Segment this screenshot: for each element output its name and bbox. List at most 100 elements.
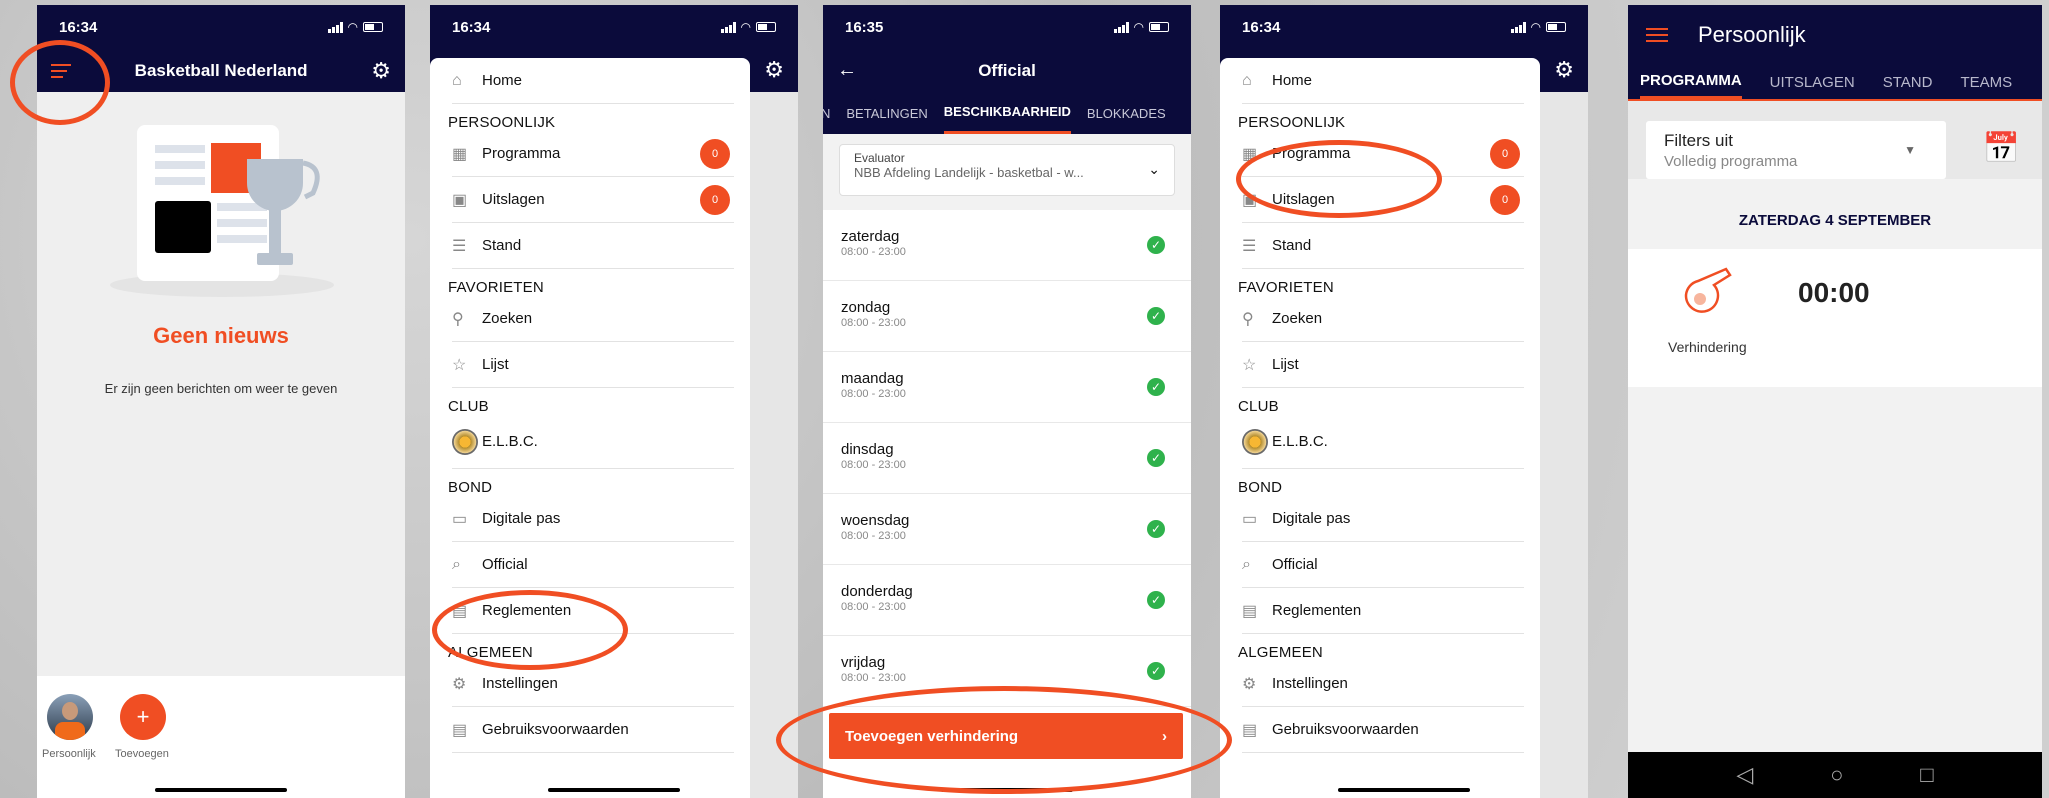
menu-item-label: Instellingen — [482, 675, 558, 692]
bottom-tab-bar: + Persoonlijk Toevoegen — [37, 676, 405, 798]
add-button[interactable]: + — [120, 694, 166, 740]
tab-programma[interactable]: PROGRAMMA — [1640, 65, 1742, 99]
menu-item-official[interactable]: ⌕ Official — [452, 542, 734, 588]
schedule-item[interactable]: 00:00 Verhindering — [1628, 249, 2042, 387]
calendar-sync-icon[interactable]: 📅 — [1983, 131, 2020, 166]
menu-item-label: Reglementen — [1272, 602, 1362, 619]
check-icon: ✓ — [1147, 520, 1165, 538]
document-icon: ▤ — [1242, 721, 1258, 739]
day-hours: 08:00 - 23:00 — [841, 388, 906, 400]
menu-item-label: Programma — [482, 145, 561, 162]
back-icon[interactable]: ◁ — [1736, 762, 1753, 788]
document-icon: ▤ — [452, 721, 468, 739]
tab-add-label[interactable]: Toevoegen — [115, 748, 169, 760]
day-hours: 08:00 - 23:00 — [841, 601, 906, 613]
home-icon[interactable]: ○ — [1830, 762, 1843, 788]
home-indicator — [155, 788, 287, 792]
menu-item-uitslagen[interactable]: ▣ Uitslagen 0 — [452, 177, 734, 223]
menu-item-gebruiksvoorwaarden[interactable]: ▤ Gebruiksvoorwaarden — [452, 707, 734, 753]
tab-stand[interactable]: STAND — [1883, 65, 1933, 99]
menu-item-home[interactable]: ⌂ Home — [1242, 58, 1524, 104]
home-indicator — [1338, 788, 1470, 792]
battery-icon — [1546, 22, 1566, 32]
menu-item-home[interactable]: ⌂ Home — [452, 58, 734, 104]
menu-item-instellingen[interactable]: ⚙ Instellingen — [452, 661, 734, 707]
status-bar: 16:34 ◠ — [1220, 5, 1588, 49]
day-name: vrijdag — [841, 654, 886, 671]
list-item[interactable]: donderdag 08:00 - 23:00 ✓ — [823, 565, 1191, 636]
whistle-icon: ⌕ — [1242, 555, 1251, 573]
recents-icon[interactable]: □ — [1920, 762, 1933, 788]
list-item[interactable]: woensdag 08:00 - 23:00 ✓ — [823, 494, 1191, 565]
status-bar: 16:35 ◠ — [823, 5, 1191, 49]
highlight-circle-programma — [1236, 140, 1442, 218]
role-dropdown[interactable]: Evaluator NBB Afdeling Landelijk - baske… — [839, 144, 1175, 196]
menu-item-gebruiksvoorwaarden[interactable]: ▤ Gebruiksvoorwaarden — [1242, 707, 1524, 753]
menu-icon[interactable] — [1646, 28, 1668, 42]
signal-icon — [720, 21, 736, 33]
gear-icon[interactable]: ⚙ — [1554, 57, 1574, 83]
status-bar: 16:34 ◠ — [37, 5, 405, 49]
menu-item-lijst[interactable]: ☆ Lijst — [1242, 342, 1524, 388]
search-icon: ⚲ — [1242, 310, 1254, 328]
filter-title: Filters uit — [1664, 131, 1733, 150]
gear-icon[interactable]: ⚙ — [371, 58, 391, 84]
back-arrow-icon[interactable]: ← — [837, 59, 857, 82]
list-item[interactable]: dinsdag 08:00 - 23:00 ✓ — [823, 423, 1191, 494]
page-title: Official — [978, 60, 1036, 80]
chevron-down-icon: ⌄ — [1148, 161, 1160, 177]
menu-item-zoeken[interactable]: ⚲ Zoeken — [1242, 296, 1524, 342]
menu-item-club[interactable]: E.L.B.C. — [452, 415, 734, 469]
menu-item-label: Digitale pas — [1272, 510, 1351, 527]
menu-item-stand[interactable]: ☰ Stand — [452, 223, 734, 269]
menu-item-digitale-pas[interactable]: ▭ Digitale pas — [1242, 496, 1524, 542]
day-hours: 08:00 - 23:00 — [841, 530, 906, 542]
tab-uitslagen[interactable]: UITSLAGEN — [1770, 65, 1855, 99]
caret-down-icon: ▼ — [1904, 143, 1916, 157]
filter-dropdown[interactable]: Filters uit Volledig programma ▼ — [1646, 121, 1946, 179]
phone-menu-drawer-official: 16:34 ◠ ⚙ ⌂ Home PERSOONLIJK ▦ Programma 0 … — [430, 5, 798, 798]
tab-teams[interactable]: TEAMS — [1960, 65, 2012, 99]
check-icon: ✓ — [1147, 449, 1165, 467]
status-icons: ◠ — [720, 20, 776, 34]
tab-betalingen[interactable]: BETALINGEN — [846, 94, 927, 133]
avatar[interactable] — [47, 694, 93, 740]
gear-icon[interactable]: ⚙ — [764, 57, 784, 83]
menu-item-instellingen[interactable]: ⚙ Instellingen — [1242, 661, 1524, 707]
menu-item-official[interactable]: ⌕ Official — [1242, 542, 1524, 588]
section-club: CLUB — [1238, 398, 1279, 415]
tab-partial[interactable]: N — [823, 94, 830, 133]
status-time: 16:34 — [59, 18, 98, 36]
menu-item-stand[interactable]: ☰ Stand — [1242, 223, 1524, 269]
menu-item-label: Uitslagen — [482, 191, 545, 208]
status-time: 16:35 — [845, 18, 884, 36]
list-item[interactable]: maandag 08:00 - 23:00 ✓ — [823, 352, 1191, 423]
menu-item-label: Zoeken — [1272, 310, 1323, 327]
phone-official-availability: 16:35 ◠ ← Official N BETALINGEN BESCHIKB… — [823, 5, 1191, 798]
tab-blokkades[interactable]: BLOKKADES — [1087, 94, 1166, 133]
tab-beschikbaarheid[interactable]: BESCHIKBAARHEID — [943, 92, 1071, 134]
id-card-icon: ▭ — [452, 510, 468, 528]
menu-item-programma[interactable]: ▦ Programma 0 — [452, 131, 734, 177]
menu-item-zoeken[interactable]: ⚲ Zoeken — [452, 296, 734, 342]
page-title: Persoonlijk — [1698, 22, 1806, 47]
phone-personal-programme: Persoonlijk PROGRAMMA UITSLAGEN STAND TE… — [1628, 5, 2042, 798]
menu-item-reglementen[interactable]: ▤ Reglementen — [1242, 588, 1524, 634]
list-item[interactable]: zaterdag 08:00 - 23:00 ✓ — [823, 210, 1191, 281]
battery-icon — [363, 22, 383, 32]
search-icon: ⚲ — [452, 310, 464, 328]
day-name: zondag — [841, 299, 891, 316]
menu-item-club[interactable]: E.L.B.C. — [1242, 415, 1524, 469]
highlight-circle-add-button — [776, 686, 1232, 794]
event-time: 00:00 — [1798, 277, 1870, 308]
tab-personal-label[interactable]: Persoonlijk — [42, 748, 96, 760]
menu-item-label: Stand — [482, 237, 522, 254]
list-item[interactable]: zondag 08:00 - 23:00 ✓ — [823, 281, 1191, 352]
menu-item-label: Gebruiksvoorwaarden — [1272, 721, 1419, 738]
menu-item-digitale-pas[interactable]: ▭ Digitale pas — [452, 496, 734, 542]
wifi-icon: ◠ — [1530, 20, 1541, 34]
section-club: CLUB — [448, 398, 489, 415]
menu-item-lijst[interactable]: ☆ Lijst — [452, 342, 734, 388]
section-personal: PERSOONLIJK — [448, 114, 556, 131]
day-name: dinsdag — [841, 441, 894, 458]
